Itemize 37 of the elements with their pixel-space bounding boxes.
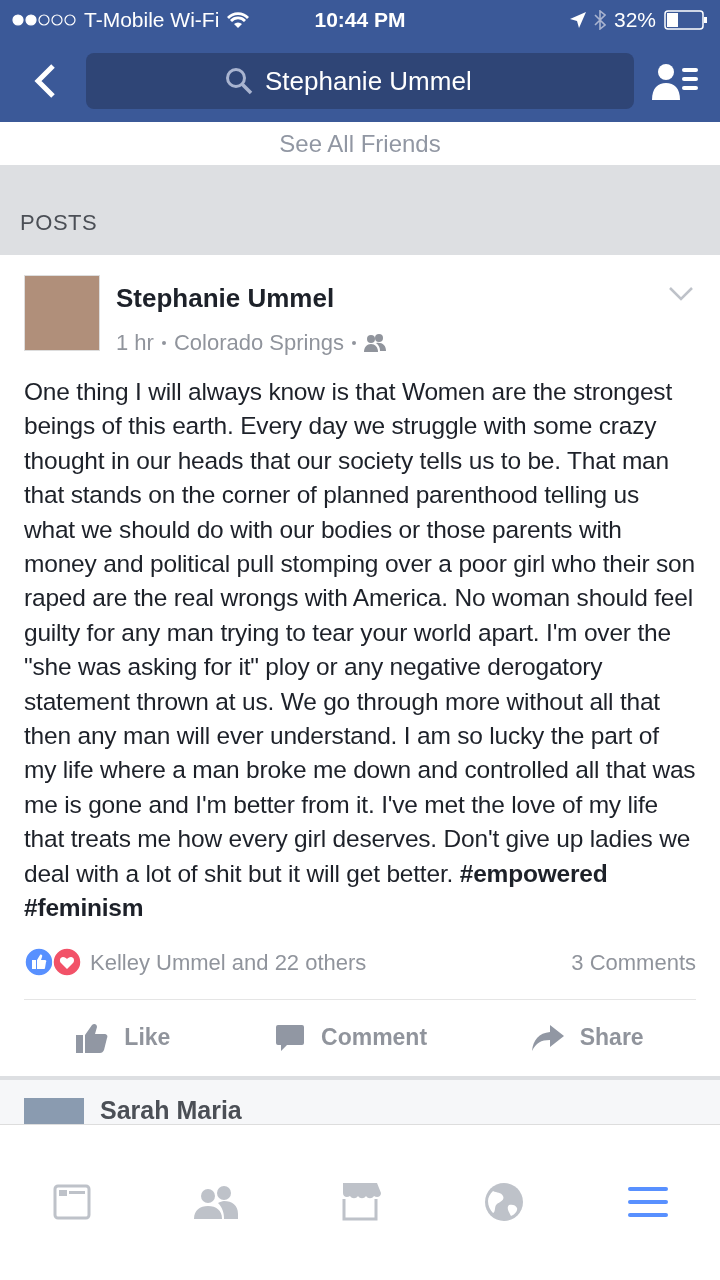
section-title: POSTS <box>20 209 98 237</box>
post-text: One thing I will always know is that Women are the strongest beings of this earth. Every day we struggle with some crazy thought in our heads that our society tells us to be. That man that stands on the corner of planned parenthood telling us what we should do with our bodies or those parents with money and political pull stomping over a poor girl who their son raped are the real wrongs with America. No woman should feel guilty for any man trying to tear your world apart. I'm over the "she was asking for it" ploy or any negative derogatory statement thrown at us. We go through more without all that then any man will ever understand. I am so lucky the part of my life where a man broke me down and controlled all that was me is gone and I'm better from it. I've met the love of my life that treats me how every girl deserves. Don't give up ladies we deal with a lot of shit but it will get better. #empowered #feminism <box>24 377 696 924</box>
signal-strength-icon <box>12 14 76 26</box>
location-arrow-icon <box>570 12 586 28</box>
news-feed-icon <box>53 1184 91 1221</box>
back-chevron-icon <box>33 63 57 99</box>
share-button[interactable]: Share <box>531 1020 644 1055</box>
comments-count[interactable]: 3 Comments <box>571 945 696 979</box>
thumbs-up-icon <box>76 1022 109 1053</box>
reactions-summary[interactable]: Kelley Ummel and 22 others <box>90 945 572 979</box>
like-button[interactable]: Like <box>76 1020 171 1055</box>
clock-time: 10:44 PM <box>314 7 406 34</box>
globe-icon <box>485 1183 523 1222</box>
love-reaction-icon <box>52 947 82 977</box>
carrier-name: T-Mobile Wi-Fi <box>84 7 220 34</box>
post-location: Colorado Springs <box>173 329 344 357</box>
friends-icon <box>194 1185 238 1220</box>
person-list-icon <box>652 62 698 100</box>
search-input[interactable]: Stephanie Ummel <box>265 61 495 101</box>
share-arrow-icon <box>531 1024 564 1051</box>
friends-audience-icon <box>363 333 386 352</box>
bluetooth-icon <box>594 10 606 30</box>
post-author[interactable]: Stephanie Ummel <box>116 279 650 318</box>
search-icon <box>225 67 253 95</box>
profile-photo <box>24 1097 84 1124</box>
comment-button[interactable]: Comment <box>275 1020 428 1055</box>
post-time: 1 hr <box>116 329 154 357</box>
search-field[interactable]: Stephanie Ummel <box>86 53 634 109</box>
see-all-friends-link[interactable]: See All Friends <box>279 125 441 162</box>
comment-author[interactable]: Sarah Maria <box>100 1095 242 1124</box>
speech-bubble-icon <box>275 1022 305 1053</box>
chevron-down-icon <box>669 287 693 301</box>
battery-icon <box>664 10 708 30</box>
wifi-icon <box>227 12 250 28</box>
menu-icon <box>628 1187 668 1218</box>
battery-percentage: 32% <box>614 7 656 34</box>
like-reaction-icon <box>24 947 54 977</box>
